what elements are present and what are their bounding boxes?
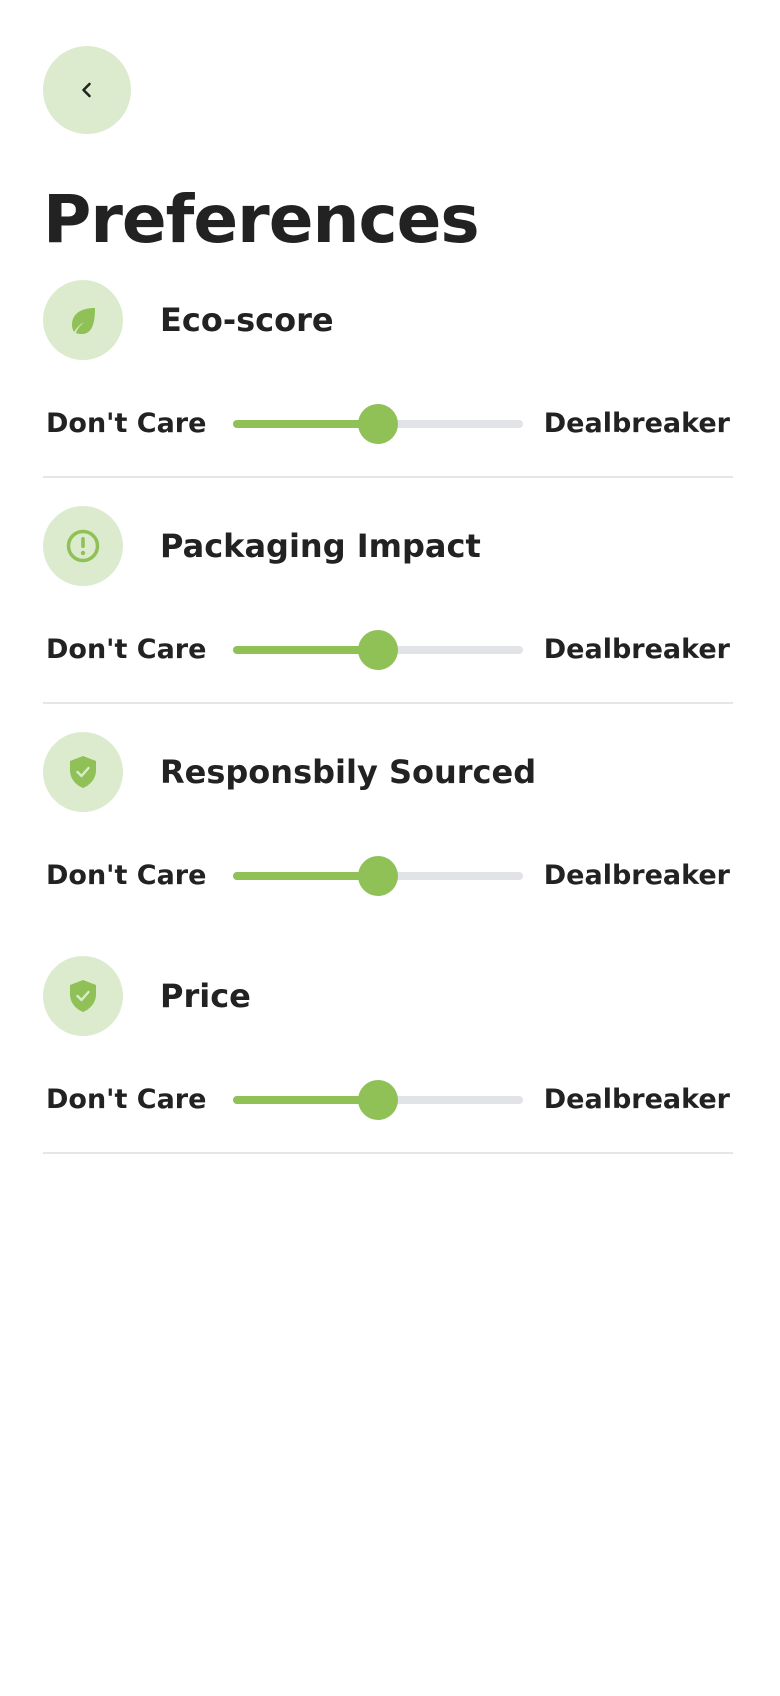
slider-fill xyxy=(233,646,378,654)
importance-slider[interactable] xyxy=(233,856,523,896)
importance-slider-row: Don't Care Dealbreaker xyxy=(43,854,733,898)
preference-title: Price xyxy=(160,977,251,1015)
importance-slider-row: Don't Care Dealbreaker xyxy=(43,628,733,672)
slider-thumb[interactable] xyxy=(358,630,398,670)
preference-header: Responsbily Sourced xyxy=(43,732,536,812)
shield-check-icon xyxy=(70,756,96,788)
preference-title: Eco-score xyxy=(160,301,334,339)
icon-circle xyxy=(43,732,123,812)
slider-min-label: Don't Care xyxy=(46,860,207,891)
slider-max-label: Dealbreaker xyxy=(543,408,730,439)
slider-thumb[interactable] xyxy=(358,404,398,444)
slider-fill xyxy=(233,420,378,428)
alert-circle-icon xyxy=(66,529,100,563)
importance-slider-row: Don't Care Dealbreaker xyxy=(43,1078,733,1122)
preference-header: Price xyxy=(43,956,251,1036)
shield-check-icon xyxy=(70,980,96,1012)
slider-min-label: Don't Care xyxy=(46,1084,207,1115)
page-title: Preferences xyxy=(43,181,480,258)
preference-title: Packaging Impact xyxy=(160,527,481,565)
importance-slider-row: Don't Care Dealbreaker xyxy=(43,402,733,446)
preference-header: Packaging Impact xyxy=(43,506,481,586)
icon-circle xyxy=(43,956,123,1036)
slider-max-label: Dealbreaker xyxy=(543,634,730,665)
slider-fill xyxy=(233,1096,378,1104)
chevron-left-icon xyxy=(82,82,91,98)
slider-min-label: Don't Care xyxy=(46,408,207,439)
importance-slider[interactable] xyxy=(233,404,523,444)
slider-max-label: Dealbreaker xyxy=(543,860,730,891)
section-divider xyxy=(43,702,733,704)
slider-max-label: Dealbreaker xyxy=(543,1084,730,1115)
section-divider xyxy=(43,476,733,478)
leaf-icon xyxy=(72,308,95,334)
slider-thumb[interactable] xyxy=(358,856,398,896)
preference-header: Eco-score xyxy=(43,280,334,360)
importance-slider[interactable] xyxy=(233,1080,523,1120)
icon-circle xyxy=(43,506,123,586)
slider-fill xyxy=(233,872,378,880)
icon-circle xyxy=(43,280,123,360)
back-button[interactable] xyxy=(43,46,131,134)
slider-thumb[interactable] xyxy=(358,1080,398,1120)
slider-min-label: Don't Care xyxy=(46,634,207,665)
importance-slider[interactable] xyxy=(233,630,523,670)
section-divider xyxy=(43,1152,733,1154)
preference-title: Responsbily Sourced xyxy=(160,753,537,791)
